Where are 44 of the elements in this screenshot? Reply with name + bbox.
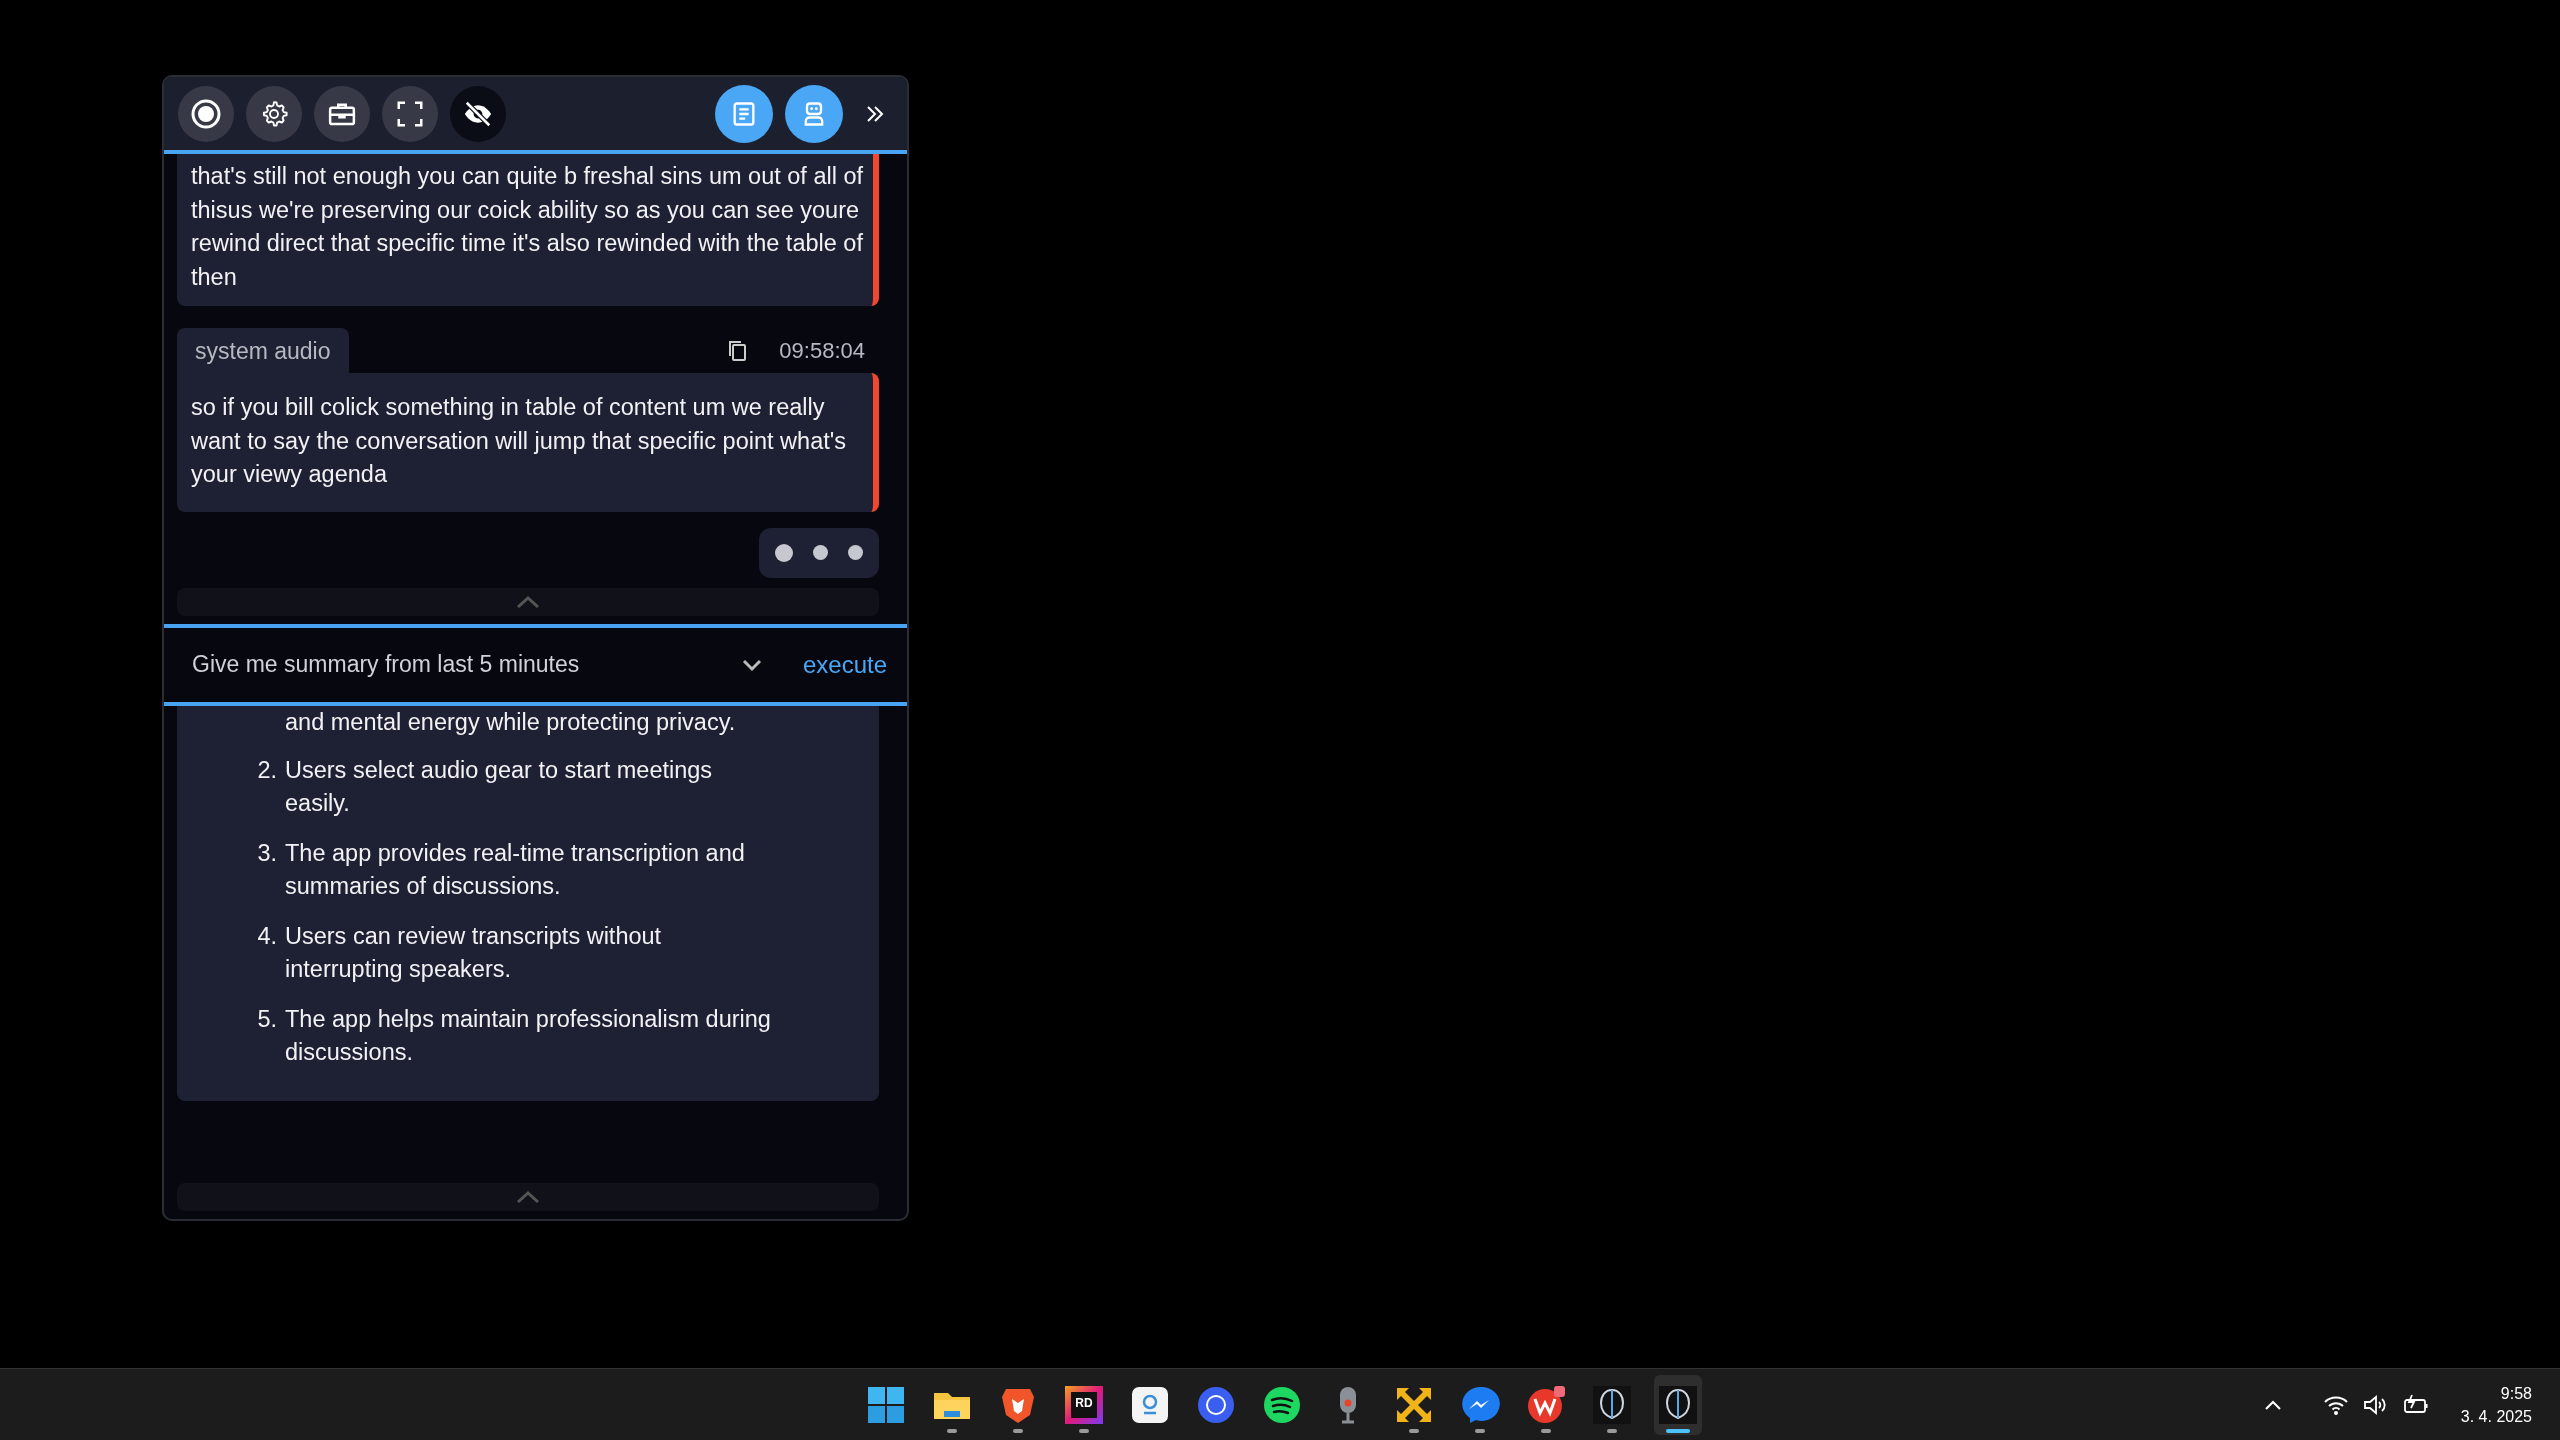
notes-button[interactable] <box>715 84 773 143</box>
eye-slash-icon <box>463 98 493 129</box>
clock-time: 9:58 <box>2500 1383 2532 1404</box>
chevron-up-icon <box>515 594 541 609</box>
record-icon <box>190 97 222 130</box>
clock[interactable]: 9:58 3. 4. 2025 <box>2460 1381 2532 1428</box>
taskbar-app[interactable] <box>1654 1374 1702 1435</box>
list-number: 4. <box>257 922 277 949</box>
transcript-text: that's still not enough you can quite b freshal sins um out of all of thisus we're preserving our coick ability so as you can see youre rewind direct that specific time it's also rewinded with the table of then <box>191 162 865 292</box>
ide-icon: RD <box>1065 1385 1103 1424</box>
clock-date: 3. 4. 2025 <box>2460 1406 2532 1427</box>
list-number: 3. <box>257 839 277 866</box>
app-icon <box>1130 1384 1170 1425</box>
source-label: system audio <box>177 328 349 373</box>
running-indicator <box>1666 1428 1690 1433</box>
robot-button[interactable] <box>785 84 843 143</box>
app-icon <box>1592 1384 1632 1425</box>
running-indicator <box>1013 1428 1023 1433</box>
message-time: 09:58:04 <box>779 337 865 364</box>
list-number: 2. <box>257 756 277 783</box>
transcript-text: so if you bill colick something in table of content um we really want to say the conversation will jump that specific point what's your viewy agenda <box>191 393 847 489</box>
app-icon <box>1658 1384 1698 1425</box>
summary-item: Users can review transcripts without interrupting speakers. <box>285 921 663 984</box>
running-indicator <box>1409 1428 1419 1433</box>
prompt-select[interactable]: Give me summary from last 5 minutes <box>192 651 803 678</box>
chevron-down-icon <box>740 657 763 672</box>
summary-item: Users select audio gear to start meetings easily. <box>285 755 714 818</box>
execute-button[interactable]: execute <box>802 650 887 679</box>
running-indicator <box>1079 1428 1089 1433</box>
running-indicator <box>1475 1428 1485 1433</box>
music-icon <box>1262 1384 1302 1425</box>
office-icon <box>1526 1384 1566 1425</box>
list-number: 5. <box>257 1005 277 1032</box>
windows-logo-icon <box>866 1384 906 1425</box>
running-indicator <box>1541 1428 1551 1433</box>
running-indicator <box>1607 1428 1617 1433</box>
summary-item: The app helps maintain professionalism during discussions. <box>285 1004 772 1067</box>
lightning-chat-icon <box>1460 1384 1500 1425</box>
chevron-up-icon <box>515 1190 541 1204</box>
summary-item: and mental energy while protecting privacy. <box>285 707 736 737</box>
taskbar-app[interactable]: RD <box>1060 1374 1108 1435</box>
running-indicator <box>947 1428 957 1433</box>
summary-item: The app provides real-time transcription and summaries of discussions. <box>285 838 746 901</box>
battery-charging-icon[interactable] <box>2402 1393 2429 1416</box>
